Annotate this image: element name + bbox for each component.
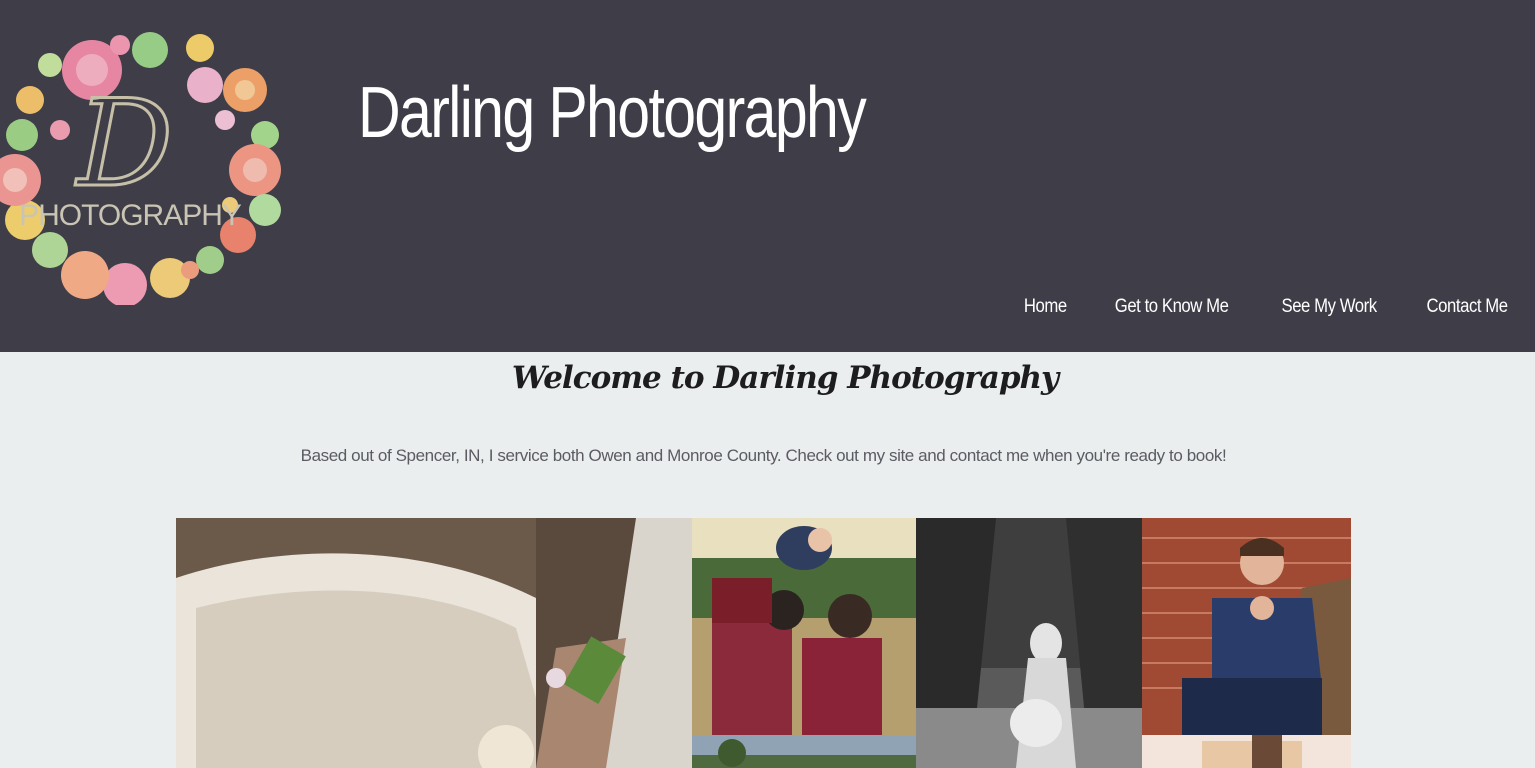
gallery-photo-senior[interactable] bbox=[1142, 518, 1351, 735]
logo-letter: D bbox=[75, 75, 173, 214]
photo-gallery bbox=[176, 518, 1351, 768]
intro-text: Based out of Spencer, IN, I service both… bbox=[300, 446, 1227, 465]
gallery-photo-bride[interactable] bbox=[176, 518, 692, 768]
logo[interactable]: D PHOTOGRAPHY bbox=[0, 20, 290, 305]
gallery-photo-sunset[interactable] bbox=[1142, 735, 1351, 768]
nav-item-home[interactable]: Home bbox=[1024, 296, 1067, 318]
gallery-photo-landscape[interactable] bbox=[692, 735, 916, 768]
gallery-photo-family[interactable] bbox=[692, 518, 916, 735]
nav-item-get-to-know-me[interactable]: Get to Know Me bbox=[1115, 296, 1229, 318]
welcome-heading: Welcome to Darling Photography bbox=[511, 360, 1059, 396]
gallery-photo-maternity[interactable] bbox=[916, 518, 1142, 768]
floral-wreath-logo-icon: D PHOTOGRAPHY bbox=[0, 32, 281, 305]
site-title[interactable]: Darling Photography bbox=[358, 72, 867, 154]
site-header: D PHOTOGRAPHY Darling Photography Home G… bbox=[0, 0, 1535, 352]
nav-item-contact-me[interactable]: Contact Me bbox=[1426, 296, 1508, 318]
main-nav: Home Get to Know Me See My Work Contact … bbox=[1021, 296, 1513, 318]
logo-text: PHOTOGRAPHY bbox=[19, 199, 242, 232]
nav-item-see-my-work[interactable]: See My Work bbox=[1281, 296, 1377, 318]
